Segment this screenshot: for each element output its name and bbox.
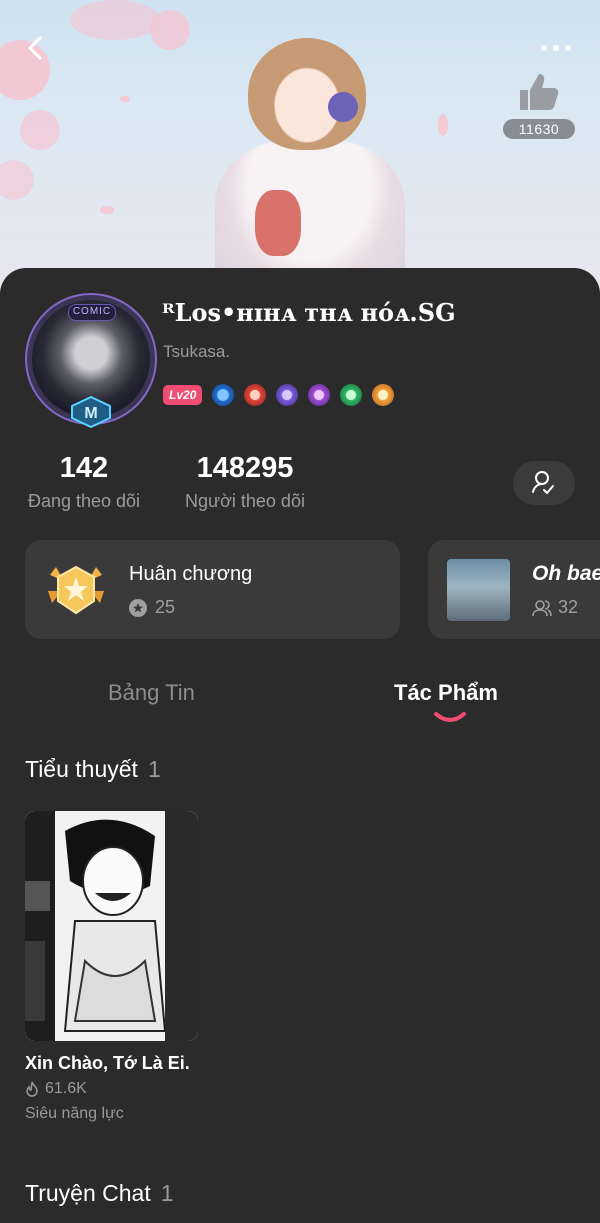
novels-count: 1	[147, 756, 161, 782]
active-tab-indicator	[434, 712, 466, 722]
level-badge[interactable]: Lv20	[163, 385, 203, 405]
badge-row: Lv20	[163, 384, 395, 406]
red-skull-badge-icon[interactable]	[244, 384, 267, 406]
medal-title: Huân chương	[129, 563, 253, 585]
more-options-button[interactable]	[536, 40, 576, 56]
novels-title: Tiểu thuyết	[25, 756, 138, 782]
character-rose	[255, 190, 301, 256]
thumbs-up-icon[interactable]	[514, 70, 564, 114]
dot	[553, 45, 559, 51]
blossom-decoration	[150, 10, 190, 50]
blossom-decoration	[0, 160, 34, 200]
chat-stories-title: Truyện Chat	[25, 1180, 151, 1206]
followers-count: 148295	[196, 452, 294, 484]
petal-decoration	[438, 114, 448, 136]
follow-button[interactable]	[513, 461, 575, 505]
water-drop-badge-icon[interactable]	[212, 384, 235, 406]
tab-news[interactable]: Bảng Tin	[108, 680, 195, 706]
novel-cover[interactable]	[25, 811, 198, 1041]
group-member-count: 32	[558, 597, 579, 617]
violet-badge-icon[interactable]	[308, 384, 331, 406]
group-thumbnail	[447, 559, 510, 621]
star-circle-icon	[129, 598, 147, 617]
blossom-decoration	[70, 0, 160, 40]
followers-stat[interactable]: 148295 Người theo dõi	[180, 452, 310, 512]
dot	[565, 45, 571, 51]
following-stat[interactable]: 142 Đang theo dõi	[24, 452, 144, 512]
followers-label: Người theo dõi	[185, 491, 305, 511]
novel-views-row: 61.6K	[25, 1080, 87, 1098]
novel-genre: Siêu năng lực	[25, 1105, 124, 1122]
purple-shield-badge-icon[interactable]	[276, 384, 299, 406]
petal-decoration	[100, 206, 114, 214]
avatar-badge-letter: M	[84, 405, 97, 422]
avatar-m-badge-icon: M	[71, 396, 111, 428]
dot	[541, 45, 547, 51]
manga-cover-art	[25, 811, 198, 1041]
orange-sun-badge-icon[interactable]	[372, 384, 395, 406]
petal-decoration	[120, 96, 130, 102]
group-member-row: 32	[532, 597, 578, 618]
back-arrow-icon[interactable]	[22, 32, 50, 64]
chat-stories-count: 1	[160, 1180, 174, 1206]
following-label: Đang theo dõi	[27, 491, 141, 511]
following-count: 142	[59, 452, 109, 484]
green-gem-badge-icon[interactable]	[340, 384, 363, 406]
novel-title[interactable]: Xin Chào, Tớ Là Ei.	[25, 1053, 190, 1074]
medal-count-row: 25	[129, 597, 175, 618]
user-check-icon	[532, 471, 554, 494]
username: ᴿLos•ʜɪʜᴀ ᴛʜᴀ ʜóᴀ.SG	[162, 298, 456, 327]
chat-stories-section-title: Truyện Chat 1	[25, 1180, 174, 1207]
novel-views: 61.6K	[45, 1080, 87, 1097]
user-subtitle: Tsukasa.	[163, 342, 231, 361]
hair-flower	[328, 92, 358, 122]
avatar-frame-label: COMIC	[68, 304, 116, 321]
medal-count: 25	[155, 597, 176, 617]
medal-icon	[48, 565, 104, 615]
flame-icon	[26, 1081, 38, 1097]
novels-section-title: Tiểu thuyết 1	[25, 756, 161, 783]
blossom-decoration	[20, 110, 60, 150]
profile-banner: 11630	[0, 0, 600, 300]
like-count: 11630	[503, 119, 575, 139]
group-title: Oh bae	[532, 562, 600, 585]
members-icon	[532, 599, 552, 616]
tab-works[interactable]: Tác Phẩm	[394, 680, 498, 706]
